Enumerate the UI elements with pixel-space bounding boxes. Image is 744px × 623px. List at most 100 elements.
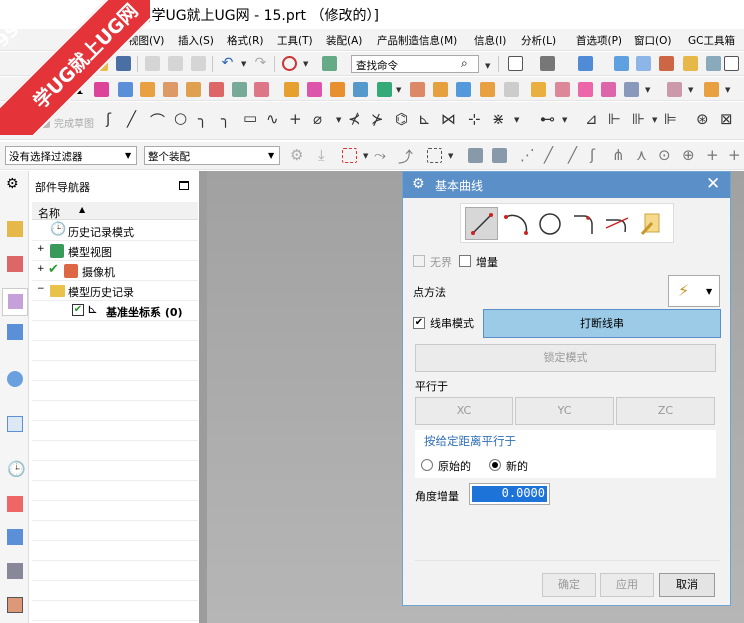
menu-analysis[interactable]: 分析(L) — [521, 33, 556, 48]
cube-icon[interactable] — [578, 56, 593, 71]
ok-button[interactable]: 确定 — [542, 573, 596, 597]
collapse-icon[interactable]: − — [37, 284, 45, 294]
extend-icon[interactable]: ⊁ — [371, 110, 384, 128]
curve-rule-icon[interactable]: ⤴ — [398, 146, 413, 167]
select-settings-icon[interactable]: ⚙ — [290, 146, 303, 164]
break-string-button[interactable]: 打断线串 — [483, 309, 721, 338]
command-search-input[interactable]: 查找命令 ⌕ — [351, 55, 479, 73]
rectangle-icon[interactable]: ▭ — [243, 109, 257, 127]
redo-icon[interactable]: ↷ — [253, 56, 268, 71]
tools-icon[interactable] — [322, 56, 337, 71]
tree-item-cameras[interactable]: + ✔ 摄像机 — [32, 261, 198, 281]
show-constraints-icon[interactable]: ⊪ — [632, 110, 645, 128]
split-icon[interactable]: ⋈ — [441, 110, 456, 128]
string-mode-checkbox[interactable]: ✔ — [413, 317, 425, 329]
section-icon[interactable] — [706, 56, 721, 71]
close-icon[interactable]: ✕ — [706, 174, 720, 194]
sew-icon[interactable] — [601, 82, 616, 97]
parallel-xc-button[interactable]: XC — [415, 397, 513, 425]
system-materials-icon[interactable] — [7, 496, 23, 512]
make-corner-icon[interactable]: ⊾ — [418, 110, 431, 128]
arc-icon[interactable]: ⌒ — [150, 110, 165, 131]
measure-icon[interactable] — [667, 82, 682, 97]
tree-item-datum-csys[interactable]: ✔ ⊾ 基准坐标系 (0) — [32, 301, 198, 321]
snap-midpoint-icon[interactable]: ╱ — [568, 146, 577, 164]
menu-gc-toolbox[interactable]: GC工具箱 — [688, 33, 735, 48]
constraint-icon[interactable]: ⊹ — [468, 110, 481, 128]
alternate-solution-icon[interactable]: ⊫ — [664, 110, 677, 128]
column-header-name[interactable]: 名称 ▲ — [32, 202, 198, 220]
fillet-icon[interactable]: ╮ — [198, 110, 207, 128]
slot-icon[interactable] — [284, 82, 299, 97]
snap-center-icon[interactable]: ⊙ — [658, 146, 671, 164]
parallel-yc-button[interactable]: YC — [515, 397, 614, 425]
visibility-checkbox[interactable]: ✔ — [72, 304, 84, 316]
circle-tool-button[interactable] — [533, 207, 566, 240]
relations-icon[interactable]: ⊿ — [585, 110, 598, 128]
constraint-navigator-icon[interactable] — [7, 256, 23, 272]
pocket-icon[interactable] — [232, 82, 247, 97]
deselect-icon[interactable]: ⤳ — [374, 146, 386, 164]
hd3d-tools-icon[interactable] — [7, 371, 23, 387]
offset-curve-icon[interactable]: ⌀ — [313, 110, 322, 128]
increment-checkbox[interactable] — [459, 255, 471, 267]
trim-body-icon[interactable] — [433, 82, 448, 97]
expand-icon[interactable]: + — [37, 264, 45, 274]
cylinder-icon[interactable] — [163, 82, 178, 97]
search-icon[interactable]: ⌕ — [461, 56, 468, 71]
snap-endpoint-icon[interactable]: ⋰ — [520, 146, 535, 164]
point-icon[interactable]: + — [289, 110, 302, 128]
scale-icon[interactable] — [578, 82, 593, 97]
menu-format[interactable]: 格式(R) — [227, 33, 264, 48]
expand-icon[interactable]: + — [37, 244, 45, 254]
boss-icon[interactable] — [209, 82, 224, 97]
undo-icon[interactable]: ↶ — [220, 56, 235, 71]
line-tool-button[interactable] — [465, 207, 498, 240]
snap-line-icon[interactable]: ╱ — [544, 146, 553, 164]
geometric-constraint-icon[interactable]: ⋇ — [492, 110, 505, 128]
reuse-library-icon[interactable] — [7, 324, 23, 340]
tree-item-history-mode[interactable]: 🕒 历史记录模式 — [32, 221, 198, 241]
patch-icon[interactable] — [624, 82, 639, 97]
split-body-icon[interactable] — [456, 82, 471, 97]
new-radio[interactable] — [489, 459, 501, 471]
offset-face-icon[interactable] — [480, 82, 495, 97]
type-filter-select[interactable]: 没有选择过滤器 ▼ — [5, 146, 137, 165]
maximize-icon[interactable] — [179, 181, 189, 190]
unbounded-checkbox[interactable] — [413, 255, 425, 267]
edit-curve-parameters-button[interactable] — [635, 207, 668, 240]
draft-icon[interactable] — [555, 82, 570, 97]
cancel-button[interactable]: 取消 — [659, 573, 715, 597]
menu-pmi[interactable]: 产品制造信息(M) — [377, 33, 457, 48]
system-scene-icon[interactable] — [7, 597, 23, 613]
trim-tool-button[interactable] — [600, 207, 633, 240]
mirror-icon[interactable] — [531, 82, 546, 97]
polyline-icon[interactable]: ∿ — [266, 110, 279, 128]
tree-item-model-history[interactable]: − 模型历史记录 — [32, 281, 198, 301]
assembly-navigator-icon[interactable] — [7, 221, 23, 237]
groove-icon[interactable] — [307, 82, 322, 97]
snap-point-on-curve-icon[interactable]: + — [706, 146, 719, 164]
circle-icon[interactable]: ○ — [174, 109, 187, 127]
gear-icon[interactable]: ⚙ — [6, 176, 19, 192]
angle-increment-input[interactable]: 0.0000 — [469, 483, 550, 505]
layer-icon[interactable] — [683, 56, 698, 71]
dimension-icon[interactable]: ⊷ — [540, 110, 555, 128]
original-radio[interactable] — [421, 459, 433, 471]
trim-icon[interactable]: ⊀ — [348, 110, 361, 128]
web-browser-icon[interactable] — [7, 416, 23, 432]
dialog-header[interactable]: ⚙ 基本曲线 ✕ — [403, 172, 730, 198]
menu-tools[interactable]: 工具(T) — [277, 33, 313, 48]
wireframe-icon[interactable] — [636, 56, 651, 71]
hole-icon[interactable] — [186, 82, 201, 97]
snap-point-icon[interactable] — [282, 56, 297, 71]
snap-quadrant-icon[interactable]: ⊕ — [682, 146, 695, 164]
view-layout-icon[interactable] — [508, 56, 523, 71]
sketch-settings-icon[interactable]: ⊛ — [696, 110, 709, 128]
snap-curve-icon[interactable]: ʃ — [590, 146, 595, 164]
shaded-icon[interactable] — [659, 56, 674, 71]
menu-insert[interactable]: 插入(S) — [178, 33, 214, 48]
rectangle-select-icon[interactable] — [427, 148, 442, 163]
arc-tool-button[interactable] — [499, 207, 532, 240]
snap-existing-point-icon[interactable]: + — [728, 146, 741, 164]
